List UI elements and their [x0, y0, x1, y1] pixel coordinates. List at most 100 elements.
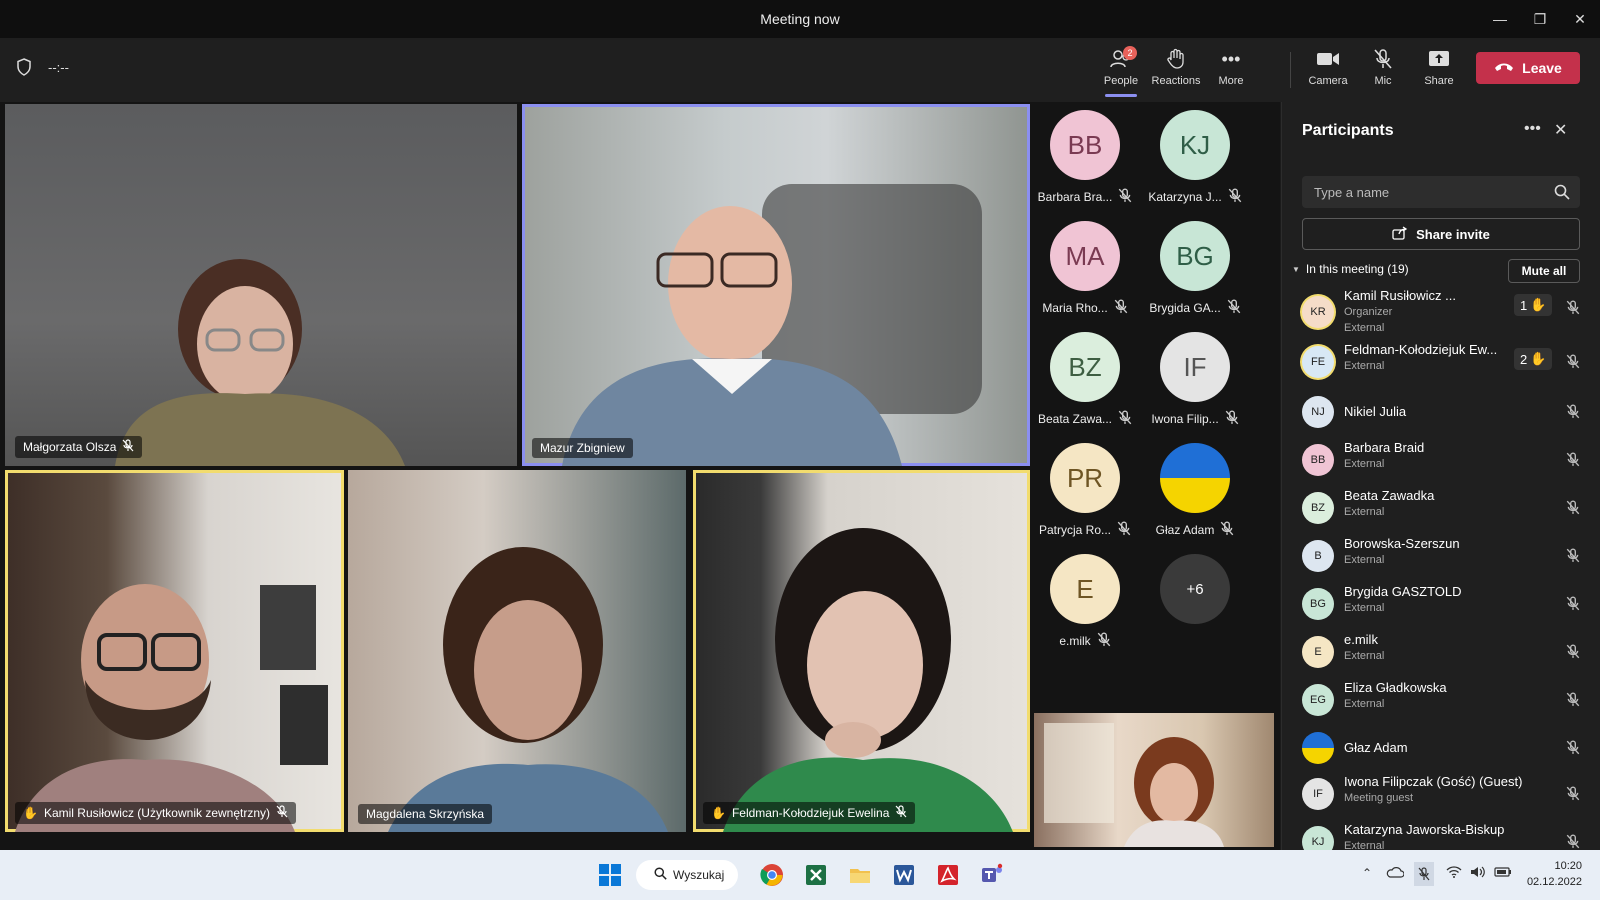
- people-icon: [1093, 46, 1149, 72]
- windows-start-icon[interactable]: [598, 863, 622, 887]
- more-options-icon[interactable]: •••: [1524, 120, 1541, 138]
- participant-initials: BZ: [1310, 502, 1326, 514]
- mic-off-icon[interactable]: [1566, 644, 1580, 664]
- shield-icon[interactable]: [16, 58, 32, 81]
- video-tile-5[interactable]: ✋ Feldman-Kołodziejuk Ewelina: [693, 470, 1030, 832]
- raised-hand-badge: 2 ✋: [1514, 348, 1553, 370]
- avatar: BZ: [1050, 332, 1120, 402]
- close-icon[interactable]: ✕: [1554, 120, 1567, 140]
- volume-icon[interactable]: [1470, 866, 1486, 881]
- participant-row[interactable]: BG Brygida GASZTOLD External: [1302, 584, 1592, 628]
- mic-off-icon[interactable]: [1566, 596, 1580, 616]
- participant-name: Feldman-Kołodziejuk Ew...: [1344, 342, 1498, 357]
- hand-order: 1: [1520, 297, 1528, 313]
- reactions-button[interactable]: Reactions: [1148, 46, 1204, 87]
- participant-name: Barbara Braid: [1344, 440, 1425, 455]
- avatar-initials: +6: [1186, 580, 1204, 598]
- avatar-tile[interactable]: KJ Katarzyna J...: [1140, 110, 1250, 220]
- participant-nametag: ✋ Feldman-Kołodziejuk Ewelina: [703, 802, 916, 824]
- avatar-tile[interactable]: Głaz Adam: [1140, 443, 1250, 553]
- close-icon[interactable]: ✕: [1560, 0, 1600, 38]
- in-meeting-section-toggle[interactable]: ▼ In this meeting (19): [1292, 262, 1409, 276]
- self-view-video[interactable]: [1034, 713, 1274, 847]
- avatar-tile[interactable]: MA Maria Rho...: [1030, 221, 1140, 331]
- people-button[interactable]: 2 People: [1093, 46, 1149, 97]
- chevron-up-icon[interactable]: ⌃: [1362, 866, 1372, 880]
- onedrive-icon[interactable]: [1386, 866, 1405, 881]
- word-icon[interactable]: [892, 863, 916, 887]
- participant-row[interactable]: Ee.milk External: [1302, 632, 1592, 676]
- avatar-tile[interactable]: BZ Beata Zawa...: [1030, 332, 1140, 442]
- excel-icon[interactable]: [804, 863, 828, 887]
- leave-label: Leave: [1522, 60, 1562, 76]
- mic-off-icon: [1118, 410, 1132, 428]
- more-button[interactable]: ••• More: [1203, 46, 1259, 88]
- participant-row[interactable]: KR Kamil Rusiłowicz ... Organizer External 1…: [1302, 288, 1592, 334]
- participant-name: Magdalena Skrzyńska: [366, 807, 485, 821]
- acrobat-icon[interactable]: [936, 863, 960, 887]
- video-tile-1[interactable]: Małgorzata Olsza: [5, 104, 517, 466]
- avatar-tile[interactable]: +6: [1140, 554, 1250, 664]
- participant-role: External: [1344, 602, 1385, 614]
- mic-off-icon: [1114, 299, 1128, 317]
- participant-name: Brygida GASZTOLD: [1344, 584, 1462, 599]
- mic-off-icon[interactable]: [1566, 404, 1580, 424]
- participant-name: e.milk: [1344, 632, 1378, 647]
- avatar-tile[interactable]: IF Iwona Filip...: [1140, 332, 1250, 442]
- video-tile-3[interactable]: ✋ Kamil Rusiłowicz (Użytkownik zewnętrzn…: [5, 470, 344, 832]
- mic-off-icon[interactable]: [1566, 500, 1580, 520]
- chrome-icon[interactable]: [760, 863, 784, 887]
- chevron-down-icon: ▼: [1292, 264, 1300, 274]
- participant-row[interactable]: EG Eliza Gładkowska External: [1302, 680, 1592, 724]
- battery-icon[interactable]: [1494, 866, 1512, 881]
- mic-off-icon[interactable]: [1566, 692, 1580, 712]
- tray-mic-off-icon[interactable]: [1414, 862, 1434, 886]
- minimize-icon[interactable]: —: [1480, 0, 1520, 38]
- participant-avatar: [1302, 732, 1334, 764]
- video-tile-4[interactable]: Magdalena Skrzyńska: [348, 470, 686, 832]
- file-explorer-icon[interactable]: [848, 863, 872, 887]
- taskbar-search[interactable]: Wyszukaj: [636, 860, 738, 890]
- participant-row[interactable]: Głaz Adam: [1302, 728, 1592, 772]
- mic-off-icon[interactable]: [1566, 740, 1580, 760]
- mic-button[interactable]: Mic: [1355, 46, 1411, 87]
- wifi-icon[interactable]: [1446, 866, 1462, 881]
- participant-video: [388, 547, 668, 832]
- participant-row[interactable]: BB Barbara Braid External: [1302, 440, 1592, 484]
- participant-nametag: Magdalena Skrzyńska: [358, 804, 493, 824]
- taskbar-clock[interactable]: 10:20 02.12.2022: [1526, 858, 1582, 890]
- participant-row[interactable]: B Borowska-Szerszun External: [1302, 536, 1592, 580]
- participant-role: External: [1344, 506, 1385, 518]
- mic-off-icon[interactable]: [1566, 548, 1580, 568]
- leave-button[interactable]: Leave: [1476, 52, 1580, 84]
- teams-icon[interactable]: [980, 863, 1004, 887]
- raised-hand-icon: ✋: [1530, 351, 1547, 366]
- share-invite-button[interactable]: Share invite: [1302, 218, 1580, 250]
- clock-time: 10:20: [1554, 860, 1582, 872]
- share-button[interactable]: Share: [1411, 46, 1467, 87]
- phone-hangup-icon: [1494, 60, 1514, 76]
- avatar-tile[interactable]: Ee.milk: [1030, 554, 1140, 664]
- mic-off-icon[interactable]: [1566, 834, 1580, 850]
- avatar-name: Głaz Adam: [1155, 523, 1215, 537]
- participant-row[interactable]: NJ Nikiel Julia: [1302, 392, 1592, 436]
- camera-button[interactable]: Camera: [1300, 46, 1356, 87]
- video-tile-2[interactable]: Mazur Zbigniew: [522, 104, 1030, 466]
- search-participants-input[interactable]: [1302, 176, 1580, 208]
- mute-all-button[interactable]: Mute all: [1508, 259, 1580, 283]
- avatar-tile[interactable]: PR Patrycja Ro...: [1030, 443, 1140, 553]
- avatar-tile[interactable]: BB Barbara Bra...: [1030, 110, 1140, 220]
- mic-label: Mic: [1374, 75, 1392, 87]
- participant-row[interactable]: BZ Beata Zawadka External: [1302, 488, 1592, 532]
- mic-off-icon[interactable]: [1566, 354, 1580, 374]
- avatar-tile[interactable]: BG Brygida GA...: [1140, 221, 1250, 331]
- participant-row[interactable]: IF Iwona Filipczak (Gość) (Guest) Meeting …: [1302, 774, 1592, 818]
- participant-row[interactable]: FE Feldman-Kołodziejuk Ew... External 2 ✋: [1302, 342, 1592, 386]
- participant-row[interactable]: KJ Katarzyna Jaworska-Biskup External: [1302, 822, 1592, 850]
- mic-off-icon[interactable]: [1566, 300, 1580, 320]
- mic-off-icon[interactable]: [1566, 452, 1580, 472]
- participant-initials: FE: [1310, 356, 1326, 368]
- restore-icon[interactable]: ❐: [1520, 0, 1560, 38]
- mic-off-icon[interactable]: [1566, 786, 1580, 806]
- title-bar: Meeting now — ❐ ✕: [0, 0, 1600, 38]
